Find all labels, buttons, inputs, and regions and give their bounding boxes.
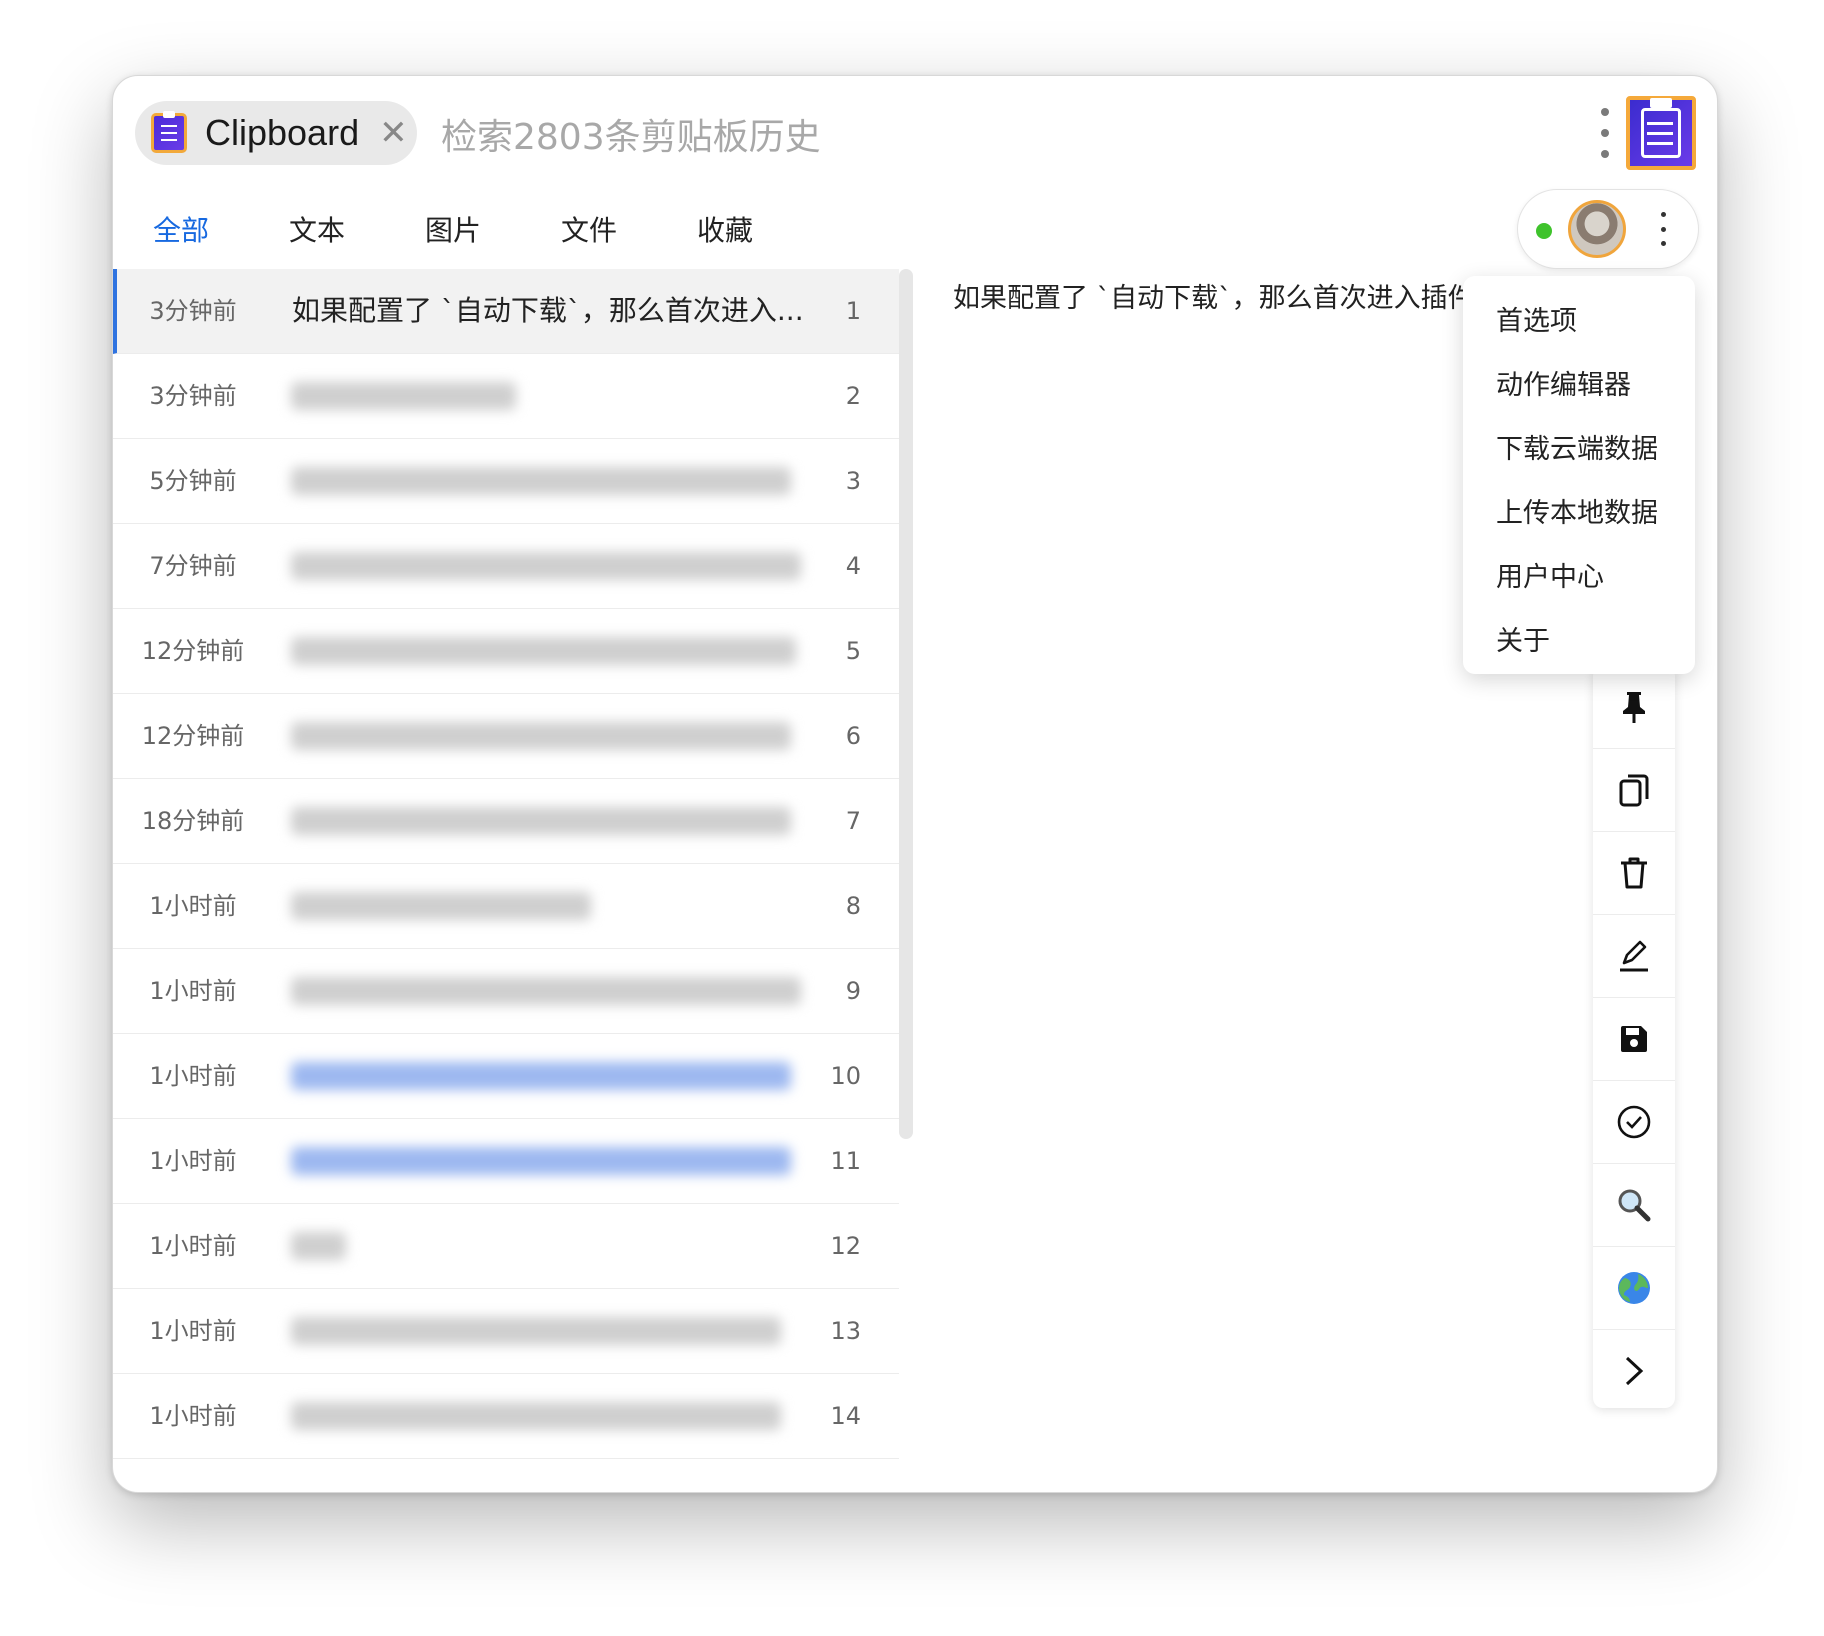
item-time: 7分钟前 — [149, 552, 237, 580]
item-time: 1小时前 — [149, 1232, 237, 1260]
list-item[interactable]: 12分钟前 5 — [113, 609, 899, 694]
tab-all[interactable]: 全部 — [113, 196, 249, 266]
list-item[interactable]: 3分钟前 2 — [113, 354, 899, 439]
app-window: Clipboard ✕ 检索2803条剪贴板历史 全部 文本 图片 文件 收藏 … — [112, 75, 1718, 1493]
list-item[interactable]: 1小时前 11 — [113, 1119, 899, 1204]
menu-item-user-center[interactable]: 用户中心 — [1463, 546, 1695, 610]
check-circle-icon[interactable] — [1593, 1081, 1675, 1164]
item-time: 1小时前 — [149, 1402, 237, 1430]
trash-icon[interactable] — [1593, 832, 1675, 915]
item-index: 11 — [830, 1147, 861, 1175]
item-index: 3 — [845, 467, 861, 495]
item-time: 3分钟前 — [149, 382, 237, 410]
item-time: 1小时前 — [149, 977, 237, 1005]
list-item[interactable]: 1小时前 8 — [113, 864, 899, 949]
list-item[interactable]: 3分钟前 如果配置了 `自动下载`，那么首次进入... 1 — [113, 269, 899, 354]
user-menu-icon[interactable] — [1661, 212, 1667, 246]
blurred-content — [291, 977, 801, 1005]
blurred-content — [291, 467, 791, 495]
list-item[interactable]: 18分钟前 7 — [113, 779, 899, 864]
edit-icon[interactable] — [1593, 915, 1675, 998]
user-dropdown-menu: 首选项 动作编辑器 下载云端数据 上传本地数据 用户中心 关于 — [1463, 276, 1695, 674]
item-index: 8 — [845, 892, 861, 920]
blurred-content — [291, 1317, 781, 1345]
item-time: 1小时前 — [149, 892, 237, 920]
menu-item-action-editor[interactable]: 动作编辑器 — [1463, 354, 1695, 418]
tab-favorites[interactable]: 收藏 — [657, 196, 793, 266]
item-index: 4 — [845, 552, 861, 580]
menu-item-upload-local[interactable]: 上传本地数据 — [1463, 482, 1695, 546]
list-item[interactable]: 7分钟前 4 — [113, 524, 899, 609]
list-item[interactable]: 1小时前 12 — [113, 1204, 899, 1289]
blurred-content — [291, 892, 591, 920]
item-index: 14 — [830, 1402, 861, 1430]
item-index: 13 — [830, 1317, 861, 1345]
chevron-right-icon[interactable] — [1593, 1330, 1675, 1412]
blurred-content — [291, 1232, 346, 1260]
list-item[interactable]: 5分钟前 3 — [113, 439, 899, 524]
list-scrollbar[interactable] — [899, 269, 913, 1139]
globe-icon[interactable] — [1593, 1247, 1675, 1330]
item-time: 1小时前 — [149, 1317, 237, 1345]
list-item[interactable]: 1小时前 9 — [113, 949, 899, 1034]
item-time: 5分钟前 — [149, 467, 237, 495]
search-input[interactable]: 检索2803条剪贴板历史 — [441, 106, 1241, 162]
blurred-content — [291, 552, 801, 580]
list-item[interactable]: 12分钟前 6 — [113, 694, 899, 779]
item-index: 9 — [845, 977, 861, 1005]
blurred-content — [291, 382, 516, 410]
user-status-pill[interactable] — [1517, 189, 1699, 269]
item-index: 5 — [845, 637, 861, 665]
avatar[interactable] — [1568, 200, 1626, 258]
item-index: 12 — [830, 1232, 861, 1260]
blurred-content — [291, 637, 796, 665]
menu-item-download-cloud[interactable]: 下载云端数据 — [1463, 418, 1695, 482]
item-index: 1 — [845, 297, 861, 325]
close-icon[interactable]: ✕ — [379, 116, 408, 150]
online-status-dot — [1536, 223, 1552, 239]
item-time: 12分钟前 — [141, 637, 245, 665]
item-time: 18分钟前 — [141, 807, 245, 835]
item-index: 7 — [845, 807, 861, 835]
item-index: 2 — [845, 382, 861, 410]
action-toolbar — [1593, 666, 1675, 1408]
item-time: 12分钟前 — [141, 722, 245, 750]
list-item[interactable]: 1小时前 13 — [113, 1289, 899, 1374]
menu-item-preferences[interactable]: 首选项 — [1463, 290, 1695, 354]
item-index: 6 — [845, 722, 861, 750]
clipboard-logo-icon — [151, 111, 187, 153]
search-icon[interactable] — [1593, 1164, 1675, 1247]
blurred-link-content — [291, 1062, 791, 1090]
item-time: 1小时前 — [149, 1062, 237, 1090]
copy-icon[interactable] — [1593, 749, 1675, 832]
blurred-content — [291, 1402, 781, 1430]
save-icon[interactable] — [1593, 998, 1675, 1081]
pin-icon[interactable] — [1593, 666, 1675, 749]
blurred-content — [291, 807, 791, 835]
plugin-title: Clipboard — [205, 112, 360, 153]
tab-text[interactable]: 文本 — [249, 196, 385, 266]
list-item[interactable]: 1小时前 10 — [113, 1034, 899, 1119]
item-content: 如果配置了 `自动下载`，那么首次进入... — [292, 294, 804, 327]
list-item[interactable]: 1小时前 14 — [113, 1374, 899, 1459]
blurred-content — [291, 722, 791, 750]
item-time: 1小时前 — [149, 1147, 237, 1175]
tab-image[interactable]: 图片 — [385, 196, 521, 266]
plugin-tab[interactable]: Clipboard ✕ — [135, 101, 417, 165]
more-options-icon[interactable] — [1599, 108, 1611, 158]
history-list: 3分钟前 如果配置了 `自动下载`，那么首次进入... 1 3分钟前 2 5分钟… — [113, 269, 899, 1492]
preview-text: 如果配置了 `自动下载`，那么首次进入插件时会自动 — [953, 283, 1473, 314]
item-index: 10 — [830, 1062, 861, 1090]
menu-item-about[interactable]: 关于 — [1463, 610, 1695, 674]
filter-tabs: 全部 文本 图片 文件 收藏 — [113, 196, 793, 266]
clipboard-app-icon[interactable] — [1626, 96, 1696, 170]
blurred-link-content — [291, 1147, 791, 1175]
tab-file[interactable]: 文件 — [521, 196, 657, 266]
item-time: 3分钟前 — [149, 297, 237, 325]
